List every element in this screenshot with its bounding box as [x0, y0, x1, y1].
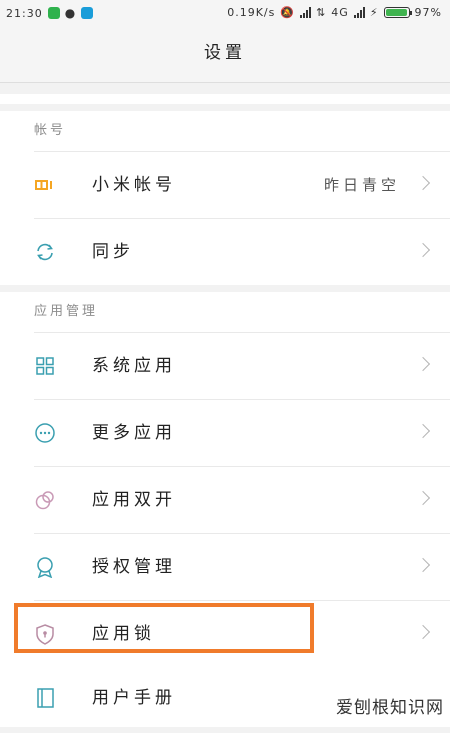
charging-icon: ⚡ [369, 6, 379, 19]
chevron-right-icon [415, 624, 431, 640]
qq-penguin-icon: ● [64, 6, 77, 20]
shield-app-icon [47, 7, 60, 19]
status-time: 21:30 [6, 6, 43, 20]
chevron-right-icon [415, 423, 431, 439]
settings-item-app-lock[interactable]: 应用锁 [34, 600, 450, 667]
account-section: 帐号 小米帐号 昨日青空 同步 [0, 111, 450, 285]
battery-fill [385, 9, 407, 16]
page-title: 设置 [0, 26, 450, 82]
signal-icon-2 [353, 7, 365, 18]
signal-icon [300, 7, 312, 18]
section-title-account: 帐号 [34, 123, 67, 138]
app-management-section: 应用管理 系统应用 更多应用 应用双开 授权管理 应用锁 [0, 292, 450, 667]
settings-item-more-apps[interactable]: 更多应用 [34, 399, 450, 466]
battery-percent: 97% [414, 6, 442, 19]
badge-icon [37, 557, 53, 578]
chevron-right-icon [415, 242, 431, 258]
grid-icon [36, 357, 54, 375]
watermark-text: 爱刨根知识网 [336, 693, 444, 718]
manual-icon [37, 688, 54, 708]
settings-item-label: 应用双开 [92, 490, 176, 510]
status-left: 21:30 ● [6, 6, 94, 20]
settings-item-sync[interactable]: 同步 [34, 218, 450, 285]
sync-icon [37, 243, 53, 261]
settings-item-label: 小米帐号 [92, 175, 176, 195]
settings-item-label: 更多应用 [92, 423, 176, 443]
section-title-apps: 应用管理 [34, 304, 99, 319]
settings-item-dual-apps[interactable]: 应用双开 [34, 466, 450, 533]
account-name-value: 昨日青空 [323, 176, 400, 194]
data-arrows-icon: ⇅ [316, 6, 327, 19]
settings-item-label: 授权管理 [92, 557, 176, 577]
top-spacer-card [0, 94, 450, 104]
settings-item-system-apps[interactable]: 系统应用 [34, 332, 450, 399]
chevron-right-icon [415, 557, 431, 573]
settings-item-label: 同步 [92, 242, 134, 262]
settings-item-label: 应用锁 [92, 624, 155, 644]
title-divider [0, 82, 450, 83]
battery-icon [383, 7, 412, 18]
mi-logo-icon [35, 180, 52, 190]
more-dots-icon [35, 423, 55, 443]
settings-item-label: 系统应用 [92, 356, 176, 376]
settings-item-permissions[interactable]: 授权管理 [34, 533, 450, 600]
shield-lock-icon [36, 624, 54, 645]
status-bar: 21:30 ● 0.19K/s 🔕 ⇅ 4G ⚡ 97% [0, 0, 450, 26]
dual-circle-icon [35, 491, 54, 510]
network-speed: 0.19K/s [227, 6, 276, 19]
network-type: 4G [331, 6, 349, 19]
mute-bell-icon: 🔕 [280, 6, 296, 19]
chevron-right-icon [415, 175, 431, 191]
chevron-right-icon [415, 490, 431, 506]
settings-item-mi-account[interactable]: 小米帐号 昨日青空 [34, 151, 450, 218]
status-right: 0.19K/s 🔕 ⇅ 4G ⚡ 97% [227, 6, 442, 19]
app-notification-icon [81, 7, 94, 19]
chevron-right-icon [415, 356, 431, 372]
